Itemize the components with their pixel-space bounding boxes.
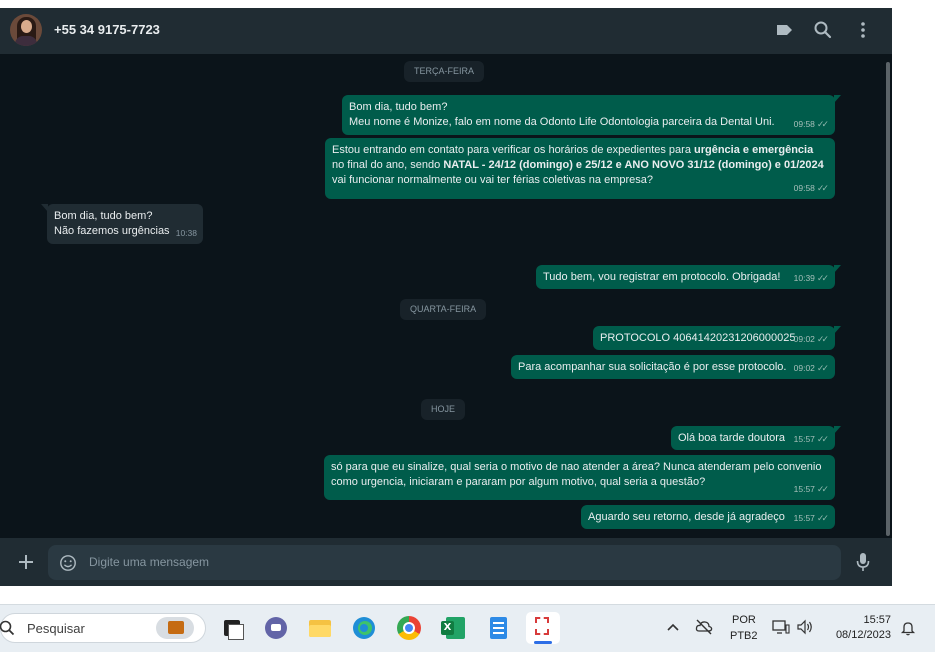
double-check-icon: ✓✓	[816, 484, 829, 494]
message-meta: 15:57 ✓✓	[794, 482, 829, 497]
message-text: Meu nome é Monize, falo em nome da Odont…	[349, 116, 775, 128]
message-bubble-outgoing[interactable]: Para acompanhar sua solicitação é por es…	[511, 355, 835, 379]
message-text: Aguardo seu retorno, desde já agradeço	[588, 511, 785, 523]
message-bubble-outgoing[interactable]: Aguardo seu retorno, desde já agradeço 1…	[581, 505, 835, 529]
task-view-icon[interactable]	[220, 615, 246, 641]
briefcase-icon	[168, 621, 184, 634]
message-bubble-outgoing[interactable]: Bom dia, tudo bem? Meu nome é Monize, fa…	[342, 95, 841, 135]
message-time: 09:02	[793, 334, 815, 344]
message-meta: 09:58 ✓✓	[794, 181, 829, 196]
message-meta: 15:57 ✓✓	[794, 511, 829, 526]
volume-icon[interactable]	[796, 619, 814, 635]
clock-date: 08/12/2023	[835, 629, 891, 641]
date-divider: TERÇA-FEIRA	[404, 61, 485, 82]
notepad-icon[interactable]	[485, 615, 511, 641]
search-icon	[0, 620, 15, 636]
double-check-icon: ✓✓	[816, 119, 829, 129]
keyboard-layout-code[interactable]: PTB2	[730, 630, 758, 642]
windows-taskbar: Pesquisar X POR PTB2 15:57 08/12/2023	[0, 604, 935, 652]
message-input-placeholder: Digite uma mensagem	[89, 555, 210, 569]
message-time: 15:57	[793, 513, 815, 523]
message-text-part: vai funcionar normalmente ou vai ter fér…	[332, 174, 653, 186]
chevron-up-icon[interactable]	[666, 621, 680, 633]
snipping-tool-icon[interactable]	[526, 612, 560, 644]
message-time: 15:57	[793, 484, 815, 494]
taskbar-clock[interactable]: 15:57 08/12/2023	[836, 613, 891, 643]
more-vertical-icon[interactable]	[853, 20, 873, 40]
file-explorer-icon[interactable]	[307, 615, 333, 641]
input-language-code[interactable]: POR	[732, 614, 756, 626]
message-bubble-outgoing[interactable]: Olá boa tarde doutora 15:57 ✓✓	[671, 426, 841, 450]
double-check-icon: ✓✓	[816, 273, 829, 283]
emoji-icon[interactable]	[59, 554, 77, 572]
message-bubble-outgoing[interactable]: só para que eu sinalize, qual seria o mo…	[324, 455, 835, 500]
message-time: 09:02	[793, 363, 815, 373]
chat-scrollbar[interactable]	[886, 62, 890, 536]
chrome-browser-icon[interactable]	[396, 615, 422, 641]
search-highlight	[156, 617, 194, 639]
teams-chat-icon[interactable]	[263, 615, 289, 641]
window-top-margin	[0, 0, 892, 8]
whatsapp-window: +55 34 9175-7723 TERÇA-FEIRA Bom dia, tu…	[0, 8, 892, 586]
message-text: só para que eu sinalize, qual seria o mo…	[331, 461, 822, 488]
attach-plus-icon[interactable]	[16, 552, 36, 572]
network-icon[interactable]	[772, 619, 790, 635]
desktop-background-strip	[892, 0, 935, 604]
message-text: Bom dia, tudo bem?	[54, 210, 153, 222]
message-text-part: no final do ano, sendo	[332, 159, 444, 171]
message-time: 09:58	[793, 183, 815, 193]
microphone-icon[interactable]	[856, 552, 870, 572]
chat-header: +55 34 9175-7723	[0, 8, 892, 54]
message-bubble-outgoing[interactable]: Estou entrando em contato para verificar…	[325, 138, 835, 199]
message-time: 10:38	[175, 228, 197, 238]
date-divider: HOJE	[421, 399, 466, 420]
message-time: 09:58	[793, 119, 815, 129]
edge-browser-icon[interactable]	[351, 615, 377, 641]
message-text: Estou entrando em contato para verificar…	[332, 143, 828, 188]
date-divider: QUARTA-FEIRA	[400, 299, 487, 320]
contact-name[interactable]: +55 34 9175-7723	[54, 22, 160, 37]
message-composer: Digite uma mensagem	[0, 538, 892, 586]
taskbar-search-label: Pesquisar	[27, 621, 85, 636]
message-meta: 09:02 ✓✓	[794, 332, 829, 347]
double-check-icon: ✓✓	[816, 513, 829, 523]
message-text: Tudo bem, vou registrar em protocolo. Ob…	[543, 271, 781, 283]
search-icon[interactable]	[813, 20, 833, 40]
message-text: Não fazemos urgências	[54, 225, 170, 237]
message-text-bold: NATAL - 24/12 (domingo) e 25/12 e ANO NO…	[443, 159, 824, 171]
double-check-icon: ✓✓	[816, 434, 829, 444]
label-icon[interactable]	[774, 20, 794, 40]
message-text: Bom dia, tudo bem?	[349, 101, 448, 113]
message-time: 10:39	[793, 273, 815, 283]
message-bubble-incoming[interactable]: Bom dia, tudo bem? Não fazemos urgências…	[41, 204, 203, 244]
taskbar-search[interactable]: Pesquisar	[0, 613, 206, 643]
clock-time: 15:57	[863, 614, 891, 626]
message-bubble-outgoing[interactable]: PROTOCOLO 40641420231206000025 09:02 ✓✓	[593, 326, 841, 350]
message-meta: 10:39 ✓✓	[794, 271, 829, 286]
cloud-offline-icon[interactable]	[695, 618, 713, 636]
message-text-part: Estou entrando em contato para verificar…	[332, 144, 694, 156]
double-check-icon: ✓✓	[816, 363, 829, 373]
chat-panel: TERÇA-FEIRA Bom dia, tudo bem? Meu nome …	[0, 54, 892, 538]
excel-icon[interactable]: X	[440, 615, 466, 641]
notifications-bell-icon[interactable]	[900, 620, 916, 636]
double-check-icon: ✓✓	[816, 183, 829, 193]
message-meta: 09:02 ✓✓	[794, 361, 829, 376]
message-text: Para acompanhar sua solicitação é por es…	[518, 361, 787, 373]
message-meta: 09:58 ✓✓	[794, 117, 829, 132]
contact-avatar[interactable]	[10, 14, 42, 46]
message-bubble-outgoing[interactable]: Tudo bem, vou registrar em protocolo. Ob…	[536, 265, 841, 289]
double-check-icon: ✓✓	[816, 334, 829, 344]
message-meta: 15:57 ✓✓	[794, 432, 829, 447]
message-meta: 10:38	[176, 226, 197, 241]
message-text-bold: urgência e emergência	[694, 144, 814, 156]
message-input[interactable]: Digite uma mensagem	[48, 545, 841, 580]
message-time: 15:57	[793, 434, 815, 444]
